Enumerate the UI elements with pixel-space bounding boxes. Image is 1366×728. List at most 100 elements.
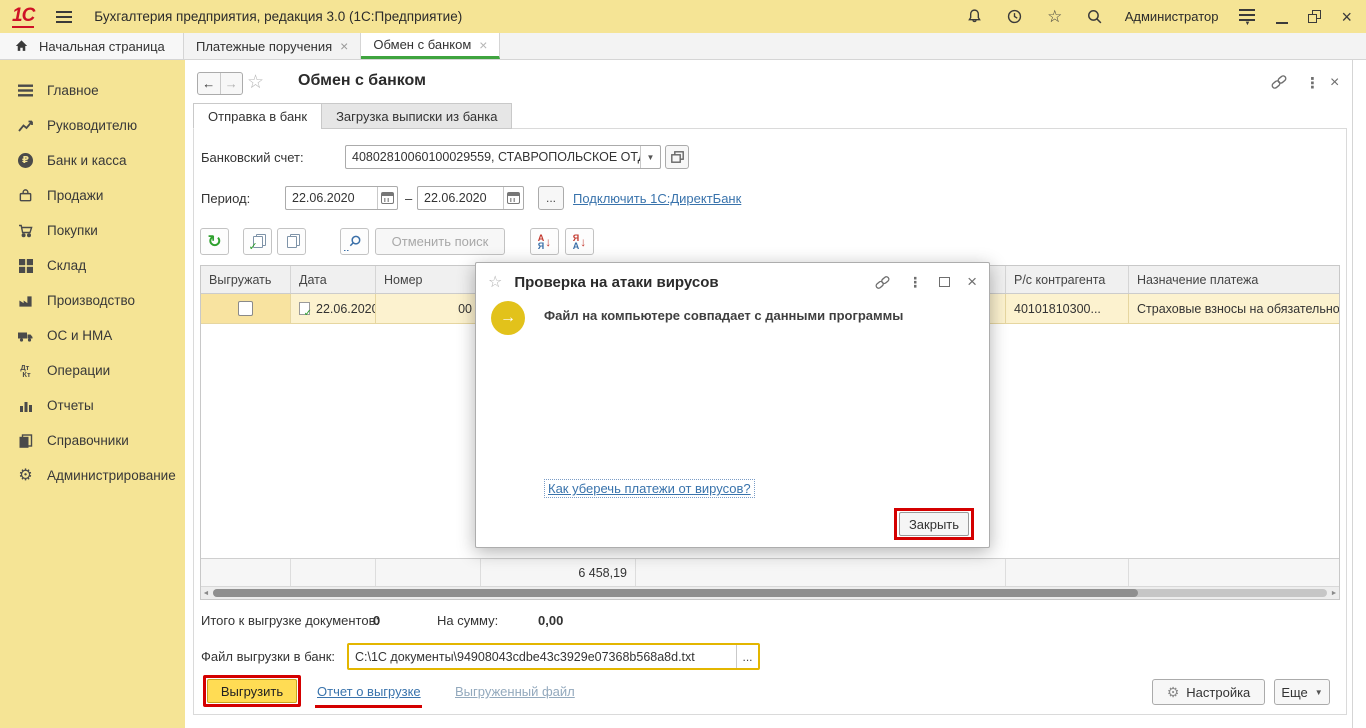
dialog-star-icon[interactable]: ☆ (488, 272, 502, 292)
close-page-icon[interactable]: × (1330, 74, 1339, 92)
1c-logo: 1С (12, 6, 34, 28)
dialog-close-button[interactable]: Закрыть (899, 512, 969, 536)
current-user[interactable]: Администратор (1125, 9, 1219, 24)
export-file-field[interactable]: C:\1С документы\94908043cdbe43c3929e0736… (347, 643, 760, 670)
tab-send-to-bank[interactable]: Отправка в банк (193, 103, 322, 129)
col-header-export[interactable]: Выгружать (201, 266, 291, 293)
scroll-right-icon[interactable]: ► (1329, 587, 1339, 599)
sort-az-icon: АЯ↓ (538, 234, 552, 250)
restore-window-icon[interactable] (1308, 10, 1321, 23)
export-checkbox[interactable] (238, 301, 253, 316)
tab-home[interactable]: Начальная страница (0, 33, 184, 59)
col-header-number[interactable]: Номер (376, 266, 481, 293)
calendar-icon[interactable] (503, 187, 523, 209)
sidebar-item-administration[interactable]: ⚙ Администрирование (0, 458, 185, 493)
tab-bank-exchange[interactable]: Обмен с банком × (361, 33, 500, 59)
upload-report-link[interactable]: Отчет о выгрузке (317, 684, 421, 699)
refresh-button[interactable]: ↻ (200, 228, 229, 255)
history-icon[interactable] (1005, 7, 1025, 27)
uploaded-file-link[interactable]: Выгруженный файл (455, 684, 575, 699)
open-icon (671, 151, 684, 163)
dialog-maximize-icon[interactable] (939, 277, 950, 287)
calendar-icon[interactable] (377, 187, 397, 209)
period-label: Период: (201, 191, 250, 206)
scroll-left-icon[interactable]: ◄ (201, 587, 211, 599)
dialog-title: Проверка на атаки вирусов (514, 274, 718, 291)
tab-close-icon[interactable]: × (479, 39, 487, 51)
open-account-button[interactable] (665, 145, 689, 169)
export-file-label: Файл выгрузки в банк: (201, 649, 335, 664)
service-menu-icon[interactable]: ▼ (1238, 7, 1256, 26)
sidebar-item-production[interactable]: Производство (0, 283, 185, 318)
col-header-purpose[interactable]: Назначение платежа (1129, 266, 1339, 293)
settings-button[interactable]: ⚙ Настройка (1152, 679, 1265, 705)
sidebar-item-main[interactable]: Главное (0, 73, 185, 108)
app-window: 1С Бухгалтерия предприятия, редакция 3.0… (0, 0, 1366, 728)
sidebar-item-reports[interactable]: Отчеты (0, 388, 185, 423)
sidebar-item-bank-cash[interactable]: ₽ Банк и касса (0, 143, 185, 178)
notifications-bell-icon[interactable] (965, 7, 985, 27)
check-all-button[interactable]: ✓ (243, 228, 272, 255)
period-more-button[interactable]: ... (538, 186, 564, 210)
bank-account-value: 40802810060100029559, СТАВРОПОЛЬСКОЕ ОТД… (346, 150, 640, 164)
page-title: Обмен с банком (298, 72, 426, 90)
main-menu-icon[interactable] (56, 11, 72, 23)
file-browse-button[interactable]: ... (736, 645, 758, 668)
dialog-header: ☆ Проверка на атаки вирусов ⋮ × (476, 263, 989, 301)
dropdown-arrow-icon[interactable]: ▼ (640, 146, 660, 168)
sum-value: 0,00 (538, 613, 563, 628)
dialog-message: Файл на компьютере совпадает с данными п… (544, 308, 903, 323)
titlebar-actions: ☆ Администратор ▼ × (965, 7, 1366, 27)
sort-desc-button[interactable]: ЯА↓ (565, 228, 594, 255)
tab-close-icon[interactable]: × (340, 40, 348, 52)
sum-label: На сумму: (437, 613, 498, 628)
uncheck-all-button[interactable] (277, 228, 306, 255)
date-from-value: 22.06.2020 (286, 191, 377, 205)
upload-highlight-annotation: Выгрузить (203, 675, 301, 707)
table-totals-row: 6 458,19 (201, 558, 1339, 586)
sidebar-item-sales[interactable]: Продажи (0, 178, 185, 213)
tab-load-statement[interactable]: Загрузка выписки из банка (321, 103, 512, 129)
more-button[interactable]: Еще ▼ (1274, 679, 1330, 705)
minimize-icon[interactable] (1276, 10, 1288, 24)
scrollbar-thumb[interactable] (213, 589, 1138, 597)
sidebar-item-fixed-assets[interactable]: ОС и НМА (0, 318, 185, 353)
virus-help-link[interactable]: Как уберечь платежи от вирусов? (544, 479, 755, 498)
row-purpose: Страховые взносы на обязательно (1137, 302, 1339, 316)
bank-account-field[interactable]: 40802810060100029559, СТАВРОПОЛЬСКОЕ ОТД… (345, 145, 661, 169)
ruble-circle-icon: ₽ (17, 152, 34, 169)
date-to-field[interactable]: 22.06.2020 (417, 186, 524, 210)
sidebar-item-directories[interactable]: Справочники (0, 423, 185, 458)
directbank-link[interactable]: Подключить 1С:ДиректБанк (573, 191, 741, 206)
cancel-search-button[interactable]: Отменить поиск (375, 228, 505, 255)
back-arrow-icon[interactable]: ← (198, 73, 221, 94)
panel-divider (1352, 60, 1353, 728)
dialog-close-icon[interactable]: × (967, 272, 977, 292)
scrollbar-track[interactable] (213, 589, 1327, 597)
sidebar-item-manager[interactable]: Руководителю (0, 108, 185, 143)
row-number: 00 (458, 302, 472, 316)
tab-payment-orders[interactable]: Платежные поручения × (184, 33, 361, 59)
upload-button[interactable]: Выгрузить (207, 679, 297, 703)
favorite-star-icon[interactable]: ☆ (247, 71, 264, 94)
dt-kt-icon: Дт Кт (17, 362, 34, 379)
kebab-menu-icon[interactable]: ⋮ (1305, 74, 1320, 92)
global-search-icon[interactable] (1085, 7, 1105, 27)
date-from-field[interactable]: 22.06.2020 (285, 186, 398, 210)
forward-arrow-icon[interactable]: → (221, 73, 243, 94)
get-link-icon[interactable] (1270, 74, 1288, 90)
col-header-account[interactable]: Р/с контрагента (1006, 266, 1129, 293)
close-highlight-annotation: Закрыть (894, 508, 974, 540)
favorites-star-icon[interactable]: ☆ (1045, 7, 1065, 27)
sidebar-item-operations[interactable]: Дт Кт Операции (0, 353, 185, 388)
col-header-date[interactable]: Дата (291, 266, 376, 293)
close-window-icon[interactable]: × (1341, 9, 1352, 25)
grid-blocks-icon (17, 257, 34, 274)
sidebar-item-purchases[interactable]: Покупки (0, 213, 185, 248)
chevron-down-icon: ▼ (1315, 688, 1323, 697)
sidebar-item-warehouse[interactable]: Склад (0, 248, 185, 283)
dialog-link-icon[interactable] (874, 275, 891, 290)
sort-asc-button[interactable]: АЯ↓ (530, 228, 559, 255)
search-button[interactable] (340, 228, 369, 255)
dialog-kebab-icon[interactable]: ⋮ (908, 274, 922, 291)
